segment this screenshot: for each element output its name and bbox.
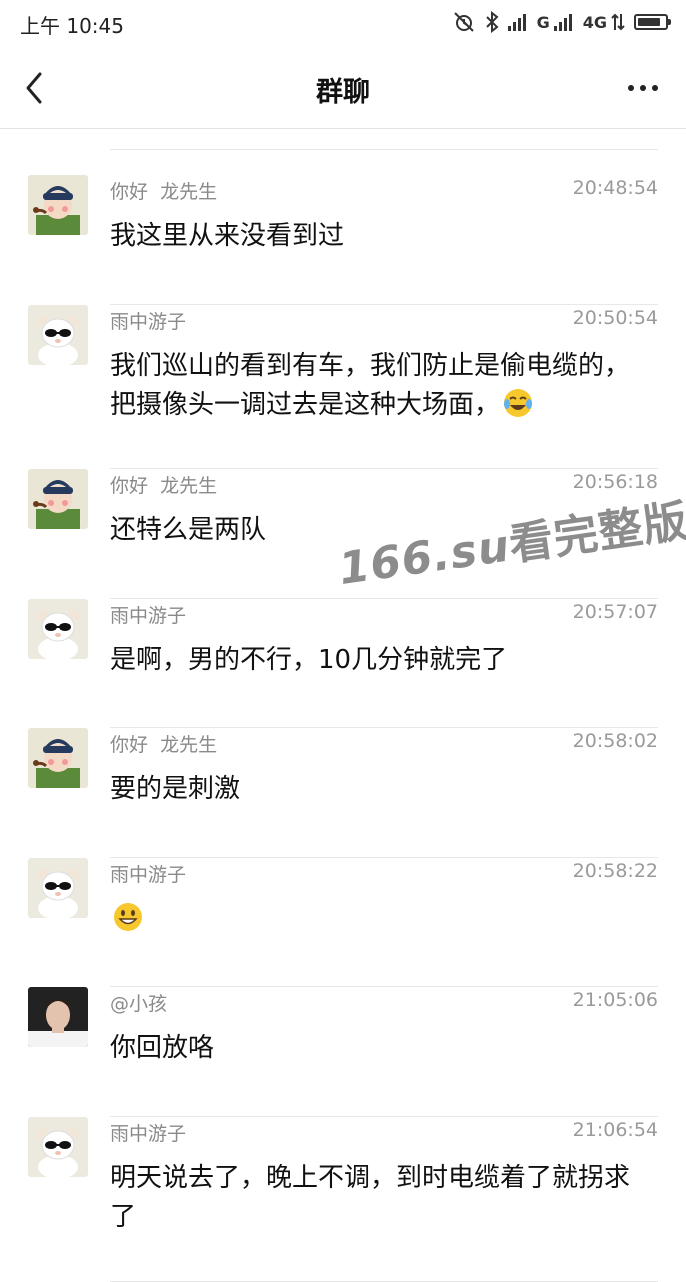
data-arrows-icon xyxy=(611,12,625,32)
avatar-pipe-boy[interactable] xyxy=(28,728,88,788)
message-body: 我这里从来没看到过 xyxy=(110,217,650,256)
alarm-muted-icon xyxy=(452,10,476,34)
nav-bar: 群聊 xyxy=(0,48,686,129)
message-text: 是啊，男的不行，10几分钟就完了 xyxy=(110,645,508,675)
status-time: 上午 10:45 xyxy=(20,14,124,38)
message-body xyxy=(110,900,650,939)
sender-name: 雨中游子 xyxy=(110,1123,187,1145)
message-time: 21:05:06 xyxy=(572,989,658,1011)
more-button[interactable] xyxy=(618,76,658,100)
message-item[interactable]: 雨中游子 20:58:22 xyxy=(0,858,686,987)
more-dot-icon xyxy=(652,85,658,91)
message-text: 还特么是两队 xyxy=(110,515,267,545)
message-body: 明天说去了，晚上不调，到时电缆着了就拐求了 xyxy=(110,1159,650,1237)
avatar-sunglasses-sheep[interactable] xyxy=(28,1117,88,1177)
message-item[interactable]: 你好 龙先生 20:58:02 要的是刺激 xyxy=(0,728,686,858)
signal-icon-2 xyxy=(553,13,574,31)
more-dot-icon xyxy=(628,85,634,91)
message-text: 要的是刺激 xyxy=(110,774,241,804)
sender-name: 你好 龙先生 xyxy=(110,475,218,497)
message-time: 20:57:07 xyxy=(572,601,658,623)
carrier-label-1: G xyxy=(536,12,550,32)
divider xyxy=(110,149,658,150)
bluetooth-icon xyxy=(485,11,499,33)
message-time: 20:50:54 xyxy=(572,307,658,329)
message-time: 21:06:54 xyxy=(572,1119,658,1141)
signal-icon-1 xyxy=(507,13,528,31)
message-body: 是啊，男的不行，10几分钟就完了 xyxy=(110,641,650,680)
more-dot-icon xyxy=(640,85,646,91)
message-text: 明天说去了，晚上不调，到时电缆着了就拐求了 xyxy=(110,1163,631,1232)
battery-level xyxy=(638,18,661,26)
avatar-sunglasses-sheep[interactable] xyxy=(28,599,88,659)
message-list[interactable]: 你好 龙先生 20:48:54 我这里从来没看到过雨中游子 20:50:54 我们巡山的… xyxy=(0,129,686,1282)
avatar-sunglasses-sheep[interactable] xyxy=(28,305,88,365)
sender-name: @小孩 xyxy=(110,993,168,1015)
status-bar: 上午 10:45 G 4G xyxy=(0,0,686,48)
grinning-emoji xyxy=(112,901,144,933)
battery-icon xyxy=(634,14,671,30)
message-text: 我们巡山的看到有车，我们防止是偷电缆的，把摄像头一调过去是这种大场面， xyxy=(110,351,631,420)
message-body: 你回放咯 xyxy=(110,1029,650,1068)
page-title: 群聊 xyxy=(316,77,370,108)
message-time: 20:58:22 xyxy=(572,860,658,882)
message-time: 20:58:02 xyxy=(572,730,658,752)
message-item[interactable]: 雨中游子 20:57:07 是啊，男的不行，10几分钟就完了 xyxy=(0,599,686,728)
avatar-pipe-boy[interactable] xyxy=(28,469,88,529)
message-text: 我这里从来没看到过 xyxy=(110,221,345,251)
message-item[interactable]: 你好 龙先生 20:48:54 我这里从来没看到过 xyxy=(0,175,686,305)
avatar-boy-photo[interactable] xyxy=(28,987,88,1047)
avatar-sunglasses-sheep[interactable] xyxy=(28,858,88,918)
message-item[interactable]: 雨中游子 20:50:54 我们巡山的看到有车，我们防止是偷电缆的，把摄像头一调过去… xyxy=(0,305,686,469)
sender-name: 雨中游子 xyxy=(110,311,187,333)
message-item[interactable]: @小孩 21:05:06 你回放咯 xyxy=(0,987,686,1117)
message-text: 你回放咯 xyxy=(110,1033,215,1063)
message-body: 我们巡山的看到有车，我们防止是偷电缆的，把摄像头一调过去是这种大场面， xyxy=(110,347,650,425)
message-item[interactable]: 雨中游子 21:06:54 明天说去了，晚上不调，到时电缆着了就拐求了 xyxy=(0,1117,686,1282)
avatar-pipe-boy[interactable] xyxy=(28,175,88,235)
sender-name: 雨中游子 xyxy=(110,605,187,627)
sender-name: 雨中游子 xyxy=(110,864,187,886)
sender-name: 你好 龙先生 xyxy=(110,181,218,203)
status-icons: G 4G xyxy=(452,10,671,34)
carrier-label-2: 4G xyxy=(582,12,607,32)
tears-of-joy-emoji xyxy=(502,387,534,419)
message-time: 20:48:54 xyxy=(572,177,658,199)
message-body: 要的是刺激 xyxy=(110,770,650,809)
sender-name: 你好 龙先生 xyxy=(110,734,218,756)
